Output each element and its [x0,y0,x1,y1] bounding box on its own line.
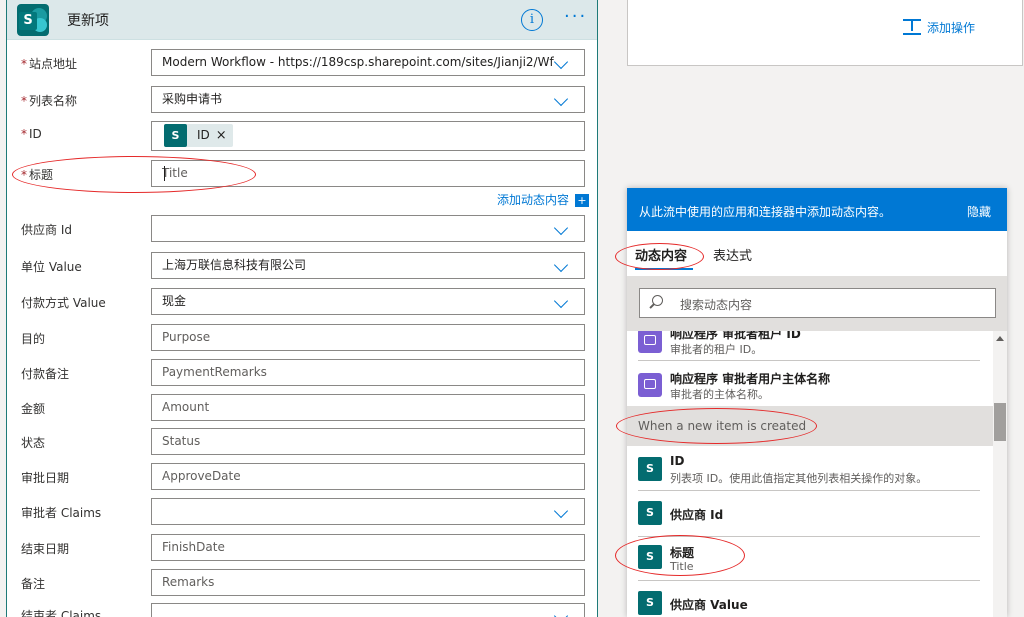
chevron-down-icon [553,608,569,617]
panel-scrollbar[interactable] [993,331,1007,617]
field-row-payment-method: 付款方式 Value 现金 [7,288,597,316]
field-row-purpose: 目的 Purpose [7,324,597,352]
field-row-list-name: * 列表名称 采购申请书 [7,86,597,114]
sharepoint-icon: S [17,3,49,36]
field-row-site-address: * 站点地址 Modern Workflow - https://189csp.s… [7,49,597,77]
sharepoint-icon: S [164,124,187,147]
unit-value-dropdown[interactable]: 上海万联信息科技有限公司 [151,252,585,279]
status-input[interactable]: Status [151,428,585,455]
payment-remarks-input[interactable]: PaymentRemarks [151,359,585,386]
id-input[interactable]: S ID × [151,121,585,151]
field-label: 结束者 Claims [21,609,102,617]
field-row-remarks: 备注 Remarks [7,569,597,597]
field-row-supplier-id: 供应商 Id [7,215,597,243]
field-row-approver-claims: 审批者 Claims [7,498,597,526]
field-label: ID [29,127,42,141]
field-label: 单位 Value [21,260,82,274]
finish-date-input[interactable]: FinishDate [151,534,585,561]
field-label: 状态 [21,436,46,450]
annotation-oval-title-field [12,156,256,193]
site-address-dropdown[interactable]: Modern Workflow - https://189csp.sharepo… [151,49,585,76]
scroll-thumb[interactable] [994,403,1006,441]
field-row-finisher-claims: 结束者 Claims [7,603,597,617]
tab-expression[interactable]: 表达式 [713,245,752,264]
chevron-down-icon [553,91,569,107]
field-row-id: * ID S ID × [7,121,597,151]
payment-method-dropdown[interactable]: 现金 [151,288,585,315]
annotation-oval-title-item [615,535,745,576]
field-label: 付款方式 Value [21,296,106,310]
add-dynamic-content-link[interactable]: 添加动态内容 + [497,191,590,208]
amount-input[interactable]: Amount [151,394,585,421]
field-label: 目的 [21,332,46,346]
supplier-id-dropdown[interactable] [151,215,585,242]
list-item[interactable]: S 供应商 Id [627,493,993,538]
purpose-input[interactable]: Purpose [151,324,585,351]
dynamic-content-search[interactable]: 搜索动态内容 [639,288,996,318]
approval-icon [638,331,662,353]
card-header[interactable]: S 更新项 i ··· [7,0,597,40]
field-label: 备注 [21,577,46,591]
sharepoint-icon: S [638,501,662,525]
field-row-amount: 金额 Amount [7,394,597,422]
chevron-down-icon [553,220,569,236]
id-token[interactable]: S ID × [164,124,233,147]
list-name-dropdown[interactable]: 采购申请书 [151,86,585,113]
update-item-card: S 更新项 i ··· * 站点地址 Modern Workflow - http… [6,0,598,617]
field-row-approve-date: 审批日期 ApproveDate [7,463,597,491]
info-icon[interactable]: i [521,9,543,31]
remove-token-icon[interactable]: × [216,123,227,148]
list-item[interactable]: S 供应商 Value [627,583,993,617]
approver-claims-dropdown[interactable] [151,498,585,525]
hide-button[interactable]: 隐藏 [967,203,991,220]
card-title: 更新项 [67,12,109,29]
field-row-status: 状态 Status [7,428,597,456]
list-item[interactable]: 响应程序 审批者用户主体名称 审批者的主体名称。 [627,367,993,407]
approval-icon [638,373,662,397]
scroll-up-icon[interactable] [996,336,1004,341]
list-item[interactable]: S ID 列表项 ID。使用此值指定其他列表相关操作的对象。 [627,451,993,496]
sharepoint-icon: S [638,457,662,481]
sharepoint-icon: S [638,591,662,615]
field-label: 站点地址 [29,57,78,71]
chevron-down-icon [553,257,569,273]
more-options-icon[interactable]: ··· [564,6,587,27]
field-label: 列表名称 [29,94,78,108]
finisher-claims-dropdown[interactable] [151,603,585,617]
panel-header: 从此流中使用的应用和连接器中添加动态内容。 隐藏 [627,188,1007,231]
field-label: 金额 [21,402,46,416]
field-label: 审批日期 [21,471,70,485]
chevron-down-icon [553,503,569,519]
field-row-payment-remarks: 付款备注 PaymentRemarks [7,359,597,387]
field-label: 审批者 Claims [21,506,102,520]
field-row-unit-value: 单位 Value 上海万联信息科技有限公司 [7,252,597,280]
remarks-input[interactable]: Remarks [151,569,585,596]
chevron-down-icon [553,293,569,309]
add-action-icon [903,18,921,36]
field-label: 结束日期 [21,542,70,556]
field-row-finish-date: 结束日期 FinishDate [7,534,597,562]
chevron-down-icon [553,54,569,70]
annotation-oval-section [616,408,817,444]
add-action-button[interactable]: 添加操作 [903,18,975,36]
plus-icon: + [575,194,590,207]
list-item[interactable]: 响应程序 审批者租户 ID 审批者的租户 ID。 [627,331,993,361]
approve-date-input[interactable]: ApproveDate [151,463,585,490]
search-icon [652,295,663,306]
annotation-oval-dynamic-tab [615,243,704,270]
field-label: 付款备注 [21,367,70,381]
field-label: 供应商 Id [21,223,72,237]
